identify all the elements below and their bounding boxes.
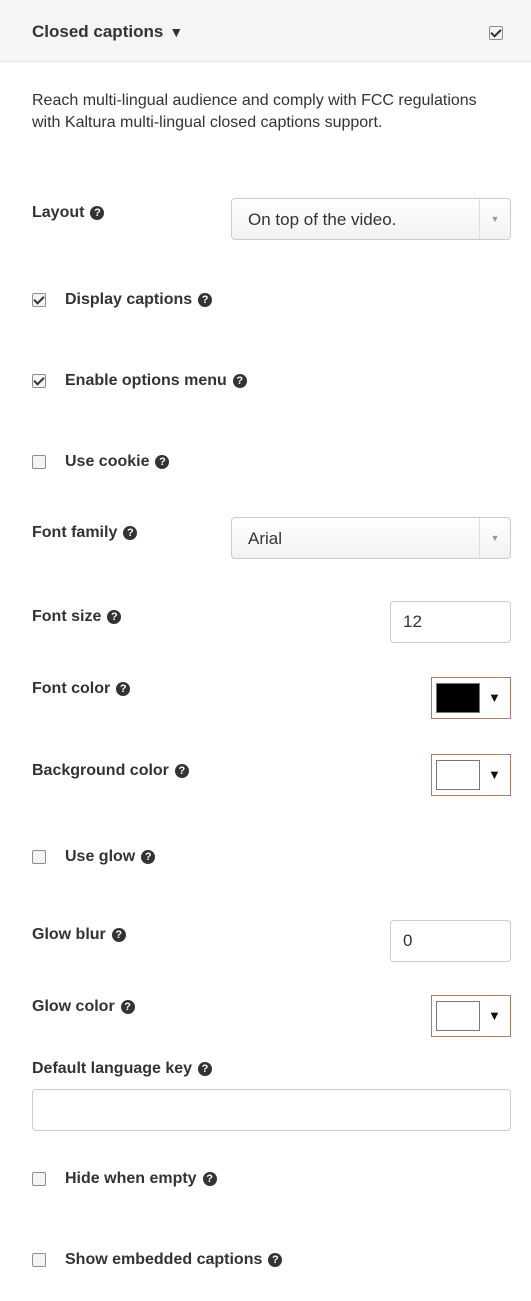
show-embedded-captions-checkbox[interactable] [32, 1253, 46, 1267]
layout-select-value: On top of the video. [248, 210, 397, 229]
question-circle-icon[interactable]: ? [202, 1172, 217, 1186]
question-circle-icon[interactable]: ? [107, 610, 122, 624]
question-circle-icon[interactable]: ? [268, 1253, 283, 1267]
enable-options-menu-option[interactable]: Enable options menu? [32, 371, 247, 391]
background-color-label: Background color? [32, 762, 189, 780]
glow-blur-input[interactable] [390, 920, 511, 962]
question-circle-icon[interactable]: ? [123, 526, 138, 540]
show-embedded-captions-option[interactable]: Show embedded captions? [32, 1250, 283, 1270]
font-color-swatch [436, 683, 480, 713]
use-glow-checkbox[interactable] [32, 850, 46, 864]
use-glow-option[interactable]: Use glow? [32, 847, 156, 867]
glow-blur-label: Glow blur? [32, 926, 126, 944]
hide-when-empty-option[interactable]: Hide when empty? [32, 1169, 217, 1189]
triangle-down-icon: ▼ [488, 767, 501, 782]
font-color-label: Font color? [32, 680, 131, 698]
enable-options-menu-checkbox[interactable] [32, 374, 46, 388]
section-toggle[interactable]: Closed captions ▼ [32, 22, 183, 42]
question-circle-icon[interactable]: ? [198, 293, 213, 307]
triangle-down-icon: ▼ [488, 1008, 501, 1023]
font-family-select-value: Arial [248, 529, 283, 548]
font-family-label: Font family? [32, 524, 138, 542]
layout-select[interactable]: On top of the video. ▼ [231, 198, 511, 240]
triangle-down-icon: ▼ [488, 690, 501, 705]
question-circle-icon[interactable]: ? [90, 206, 105, 220]
display-captions-checkbox[interactable] [32, 293, 46, 307]
question-circle-icon[interactable]: ? [141, 850, 156, 864]
caret-down-icon: ▼ [479, 199, 510, 239]
question-circle-icon[interactable]: ? [111, 928, 126, 942]
collapse-caret-icon: ▼ [169, 24, 184, 40]
question-circle-icon[interactable]: ? [232, 374, 247, 388]
question-circle-icon[interactable]: ? [116, 682, 131, 696]
font-size-label: Font size? [32, 608, 122, 626]
use-cookie-option[interactable]: Use cookie? [32, 452, 170, 472]
default-language-key-input[interactable] [32, 1089, 511, 1131]
question-circle-icon[interactable]: ? [174, 764, 189, 778]
font-color-picker[interactable]: ▼ [431, 677, 511, 719]
question-circle-icon[interactable]: ? [120, 1000, 135, 1014]
font-size-input[interactable] [390, 601, 511, 643]
glow-color-label: Glow color? [32, 998, 135, 1016]
display-captions-option[interactable]: Display captions? [32, 290, 213, 310]
background-color-picker[interactable]: ▼ [431, 754, 511, 796]
font-family-select[interactable]: Arial ▼ [231, 517, 511, 559]
caret-down-icon: ▼ [479, 518, 510, 558]
section-description: Reach multi-lingual audience and comply … [32, 92, 477, 131]
background-color-swatch [436, 760, 480, 790]
default-language-key-label: Default language key? [32, 1060, 213, 1078]
section-title: Closed captions [32, 22, 164, 41]
question-circle-icon[interactable]: ? [155, 455, 170, 469]
glow-color-swatch [436, 1001, 480, 1031]
glow-color-picker[interactable]: ▼ [431, 995, 511, 1037]
section-enable-checkbox[interactable] [489, 26, 503, 40]
layout-label: Layout? [32, 204, 105, 222]
section-header: Closed captions ▼ [0, 0, 531, 62]
use-cookie-checkbox[interactable] [32, 455, 46, 469]
question-circle-icon[interactable]: ? [198, 1062, 213, 1076]
hide-when-empty-checkbox[interactable] [32, 1172, 46, 1186]
